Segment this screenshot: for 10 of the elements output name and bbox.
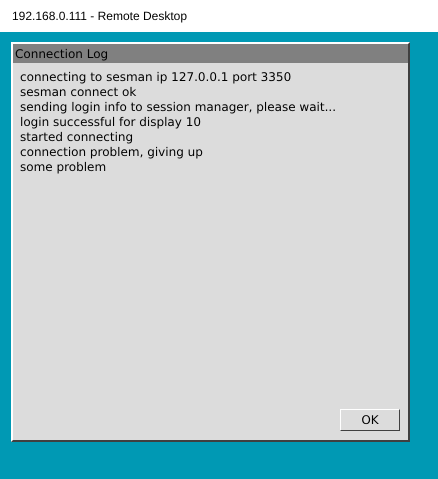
log-line: connection problem, giving up [20, 145, 204, 160]
log-line: connecting to sesman ip 127.0.0.1 port 3350 [20, 70, 292, 85]
log-line: some problem [20, 160, 108, 175]
ok-button[interactable]: OK [340, 409, 400, 431]
log-line: sesman connect ok [20, 85, 138, 100]
dialog-title: Connection Log [15, 48, 108, 60]
window-title: 192.168.0.111 - Remote Desktop [12, 8, 187, 25]
log-line: login successful for display 10 [20, 115, 202, 130]
log-line: started connecting [20, 130, 134, 145]
log-line: sending login info to session manager, please wait... [20, 100, 338, 115]
